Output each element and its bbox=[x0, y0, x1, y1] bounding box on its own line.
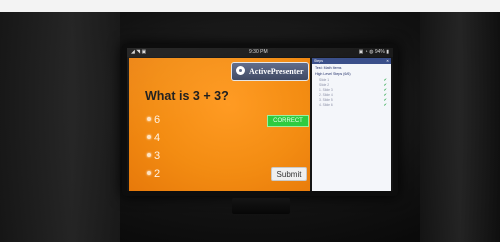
correct-feedback-badge: CORRECT bbox=[267, 115, 309, 127]
quiz-slide: ActivePresenter What is 3 + 3? 6 4 3 2 C… bbox=[129, 58, 310, 191]
step-label: 4. Slide 6 bbox=[319, 103, 333, 107]
step-label: 2. Slide 4 bbox=[319, 93, 333, 97]
radio-button[interactable] bbox=[147, 153, 151, 157]
steps-panel-header: Steps ✕ bbox=[312, 58, 391, 64]
clock: 9:30 PM bbox=[249, 49, 268, 55]
activepresenter-logo: ActivePresenter bbox=[231, 62, 309, 81]
step-label: 1. Slide 3 bbox=[319, 88, 333, 92]
signal-icons: ◢ ◥ ▣ bbox=[131, 49, 147, 55]
panel-test-title: Test: Math Items bbox=[315, 66, 342, 70]
panel-title: Steps bbox=[314, 59, 323, 63]
logo-icon bbox=[236, 66, 245, 75]
option-label: 2 bbox=[154, 168, 161, 180]
step-label: Slide 2 bbox=[319, 83, 330, 87]
check-icon: ✔ bbox=[383, 102, 387, 107]
submit-button[interactable]: Submit bbox=[271, 167, 307, 181]
steps-panel: Steps ✕ Test: Math Items High Level Step… bbox=[312, 58, 391, 191]
monitor-screen: ◢ ◥ ▣ 9:30 PM ▣ ◔ ◍ 94% ▮ ActivePresente… bbox=[127, 48, 393, 191]
os-status-bar: ◢ ◥ ▣ 9:30 PM ▣ ◔ ◍ 94% ▮ bbox=[127, 48, 393, 57]
monitor-stand bbox=[232, 198, 290, 214]
step-label: Slide 1 bbox=[319, 78, 330, 82]
logo-text: ActivePresenter bbox=[249, 67, 304, 76]
right-wall bbox=[420, 12, 500, 242]
close-icon[interactable]: ✕ bbox=[386, 58, 389, 64]
photo-top-border bbox=[0, 0, 500, 12]
option-label: 4 bbox=[154, 132, 161, 144]
option-label: 3 bbox=[154, 150, 161, 162]
question-text: What is 3 + 3? bbox=[145, 89, 229, 103]
panel-subtitle: High Level Steps (6/6) bbox=[315, 72, 351, 76]
step-item[interactable]: 4. Slide 6 ✔ bbox=[319, 103, 387, 108]
option-label: 6 bbox=[154, 114, 161, 126]
radio-button[interactable] bbox=[147, 135, 151, 139]
left-wall bbox=[0, 12, 120, 242]
battery-status: ▣ ◔ ◍ 94% ▮ bbox=[358, 49, 389, 55]
radio-button[interactable] bbox=[147, 117, 151, 121]
step-label: 3. Slide 5 bbox=[319, 98, 333, 102]
radio-button[interactable] bbox=[147, 171, 151, 175]
